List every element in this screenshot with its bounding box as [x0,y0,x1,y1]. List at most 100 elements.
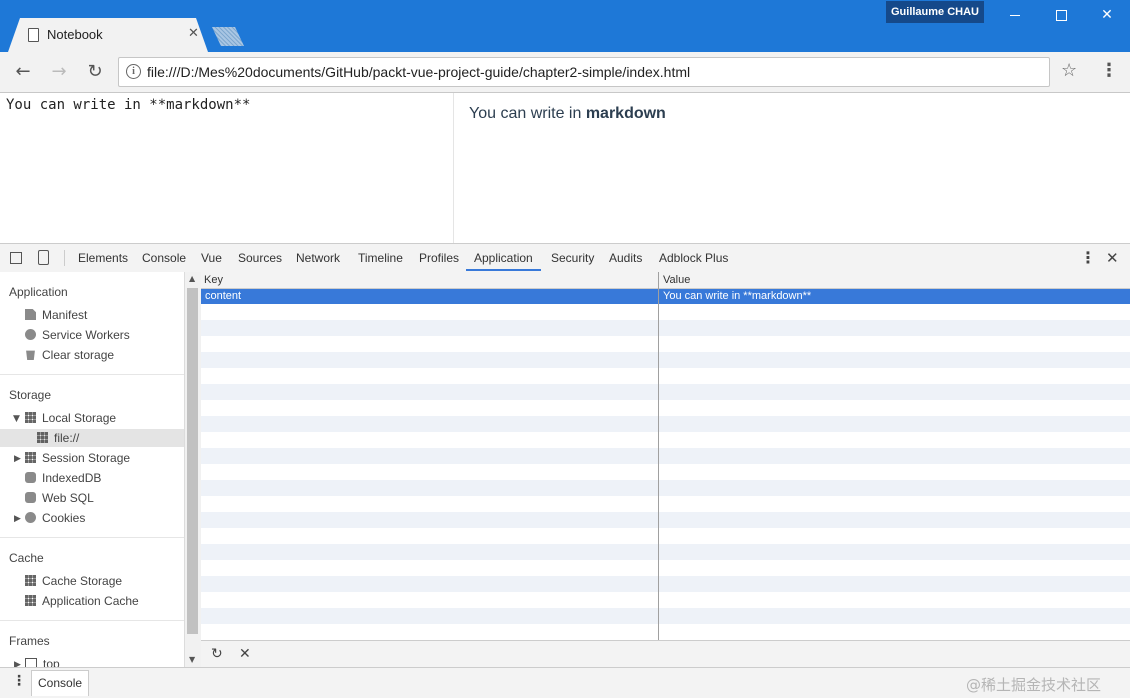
sidebar-item-label: Application Cache [42,594,139,608]
section-application: Application [9,285,68,299]
inspect-element-icon[interactable] [10,252,22,264]
application-sidebar: Application Manifest Service Workers Cle… [0,272,184,667]
tab-application[interactable]: Application [466,244,541,271]
markdown-preview: You can write in markdown [469,105,666,123]
selected-row-highlight [0,429,184,447]
scrollbar-thumb[interactable] [187,288,198,634]
tab-timeline[interactable]: Timeline [358,244,403,271]
manifest-icon [25,309,36,320]
database-icon [25,472,36,483]
reload-icon[interactable]: ↻ [84,61,106,83]
window-titlebar: Notebook ✕ Guillaume CHAU ✕ [0,0,1130,52]
browser-tab[interactable]: Notebook ✕ [8,18,208,52]
frame-icon [25,658,37,667]
forward-arrow-icon[interactable]: → [48,61,70,83]
scroll-down-arrow-icon[interactable]: ▼ [189,655,195,664]
column-header-value[interactable]: Value [658,272,1130,289]
sidebar-item-session-storage[interactable]: Session Storage [25,449,130,467]
tab-security[interactable]: Security [551,244,594,271]
column-divider[interactable] [658,272,659,640]
sidebar-item-label: Cache Storage [42,574,123,588]
section-divider [0,537,184,538]
drawer-menu-icon[interactable]: ⋮ [12,673,26,689]
sidebar-item-indexeddb[interactable]: IndexedDB [25,469,101,487]
sidebar-item-local-storage[interactable]: Local Storage [25,409,116,427]
sidebar-item-label: Web SQL [42,491,94,505]
page-icon [28,28,39,42]
table-grid-icon [25,452,36,463]
section-cache: Cache [9,551,44,565]
collapsed-arrow-icon[interactable]: ▶ [14,454,21,464]
expanded-arrow-icon[interactable]: ▼ [13,414,20,424]
sidebar-item-cache-storage[interactable]: Cache Storage [25,572,122,590]
url-text[interactable]: file:///D:/Mes%20documents/GitHub/packt-… [147,64,690,80]
watermark: @稀土掘金技术社区 [966,676,1102,694]
markdown-editor[interactable]: You can write in **markdown** [0,93,454,243]
column-header-key[interactable]: Key [201,272,660,289]
gear-icon [25,329,36,340]
devtools-drawer: ⋮ Console @稀土掘金技术社区 [0,667,1130,698]
drawer-tab-console[interactable]: Console [31,670,90,696]
sidebar-item-label: Service Workers [42,328,130,342]
sidebar-item-file-origin[interactable]: file:// [37,429,79,447]
tab-sources[interactable]: Sources [238,244,282,271]
row-key[interactable]: content [205,289,241,304]
section-divider [0,620,184,621]
sidebar-item-service-workers[interactable]: Service Workers [25,326,130,344]
new-tab-button[interactable] [212,27,244,46]
table-footer-toolbar: ↻ ✕ [201,640,1130,668]
sidebar-item-application-cache[interactable]: Application Cache [25,592,139,610]
tab-adblock-plus[interactable]: Adblock Plus [659,244,728,271]
sidebar-scrollbar[interactable]: ▲ ▼ [184,272,201,667]
sidebar-item-label: Cookies [42,511,86,525]
tab-close-icon[interactable]: ✕ [188,26,199,41]
collapsed-arrow-icon[interactable]: ▶ [14,660,21,667]
sidebar-item-web-sql[interactable]: Web SQL [25,489,94,507]
close-window-button[interactable]: ✕ [1084,0,1130,30]
table-row[interactable]: content You can write in **markdown** [201,289,1130,304]
minimize-button[interactable] [992,0,1038,30]
collapsed-arrow-icon[interactable]: ▶ [14,514,21,524]
sidebar-item-label: file:// [54,431,80,445]
browser-toolbar: ← → ↻ i file:///D:/Mes%20documents/GitHu… [0,52,1130,93]
toolbar-divider [64,250,65,266]
tab-elements[interactable]: Elements [78,244,128,271]
database-icon [25,492,36,503]
table-grid-icon [25,595,36,606]
tab-profiles[interactable]: Profiles [419,244,459,271]
sidebar-item-frame-top[interactable]: top [25,655,60,667]
maximize-icon [1055,9,1067,21]
tab-vue[interactable]: Vue [201,244,222,271]
bookmark-star-icon[interactable]: ☆ [1061,60,1077,81]
address-bar[interactable]: i file:///D:/Mes%20documents/GitHub/pack… [118,57,1050,87]
sidebar-item-label: top [43,657,60,667]
device-toolbar-icon[interactable] [38,250,49,265]
sidebar-item-manifest[interactable]: Manifest [25,306,87,324]
row-value[interactable]: You can write in **markdown** [663,289,811,304]
tab-audits[interactable]: Audits [609,244,642,271]
info-icon[interactable]: i [126,64,141,79]
table-grid-icon [37,432,48,443]
sidebar-item-label: Clear storage [42,348,115,362]
refresh-icon[interactable]: ↻ [211,646,223,662]
section-divider [0,374,184,375]
sidebar-item-label: IndexedDB [42,471,102,485]
back-arrow-icon[interactable]: ← [12,61,34,83]
devtools-menu-icon[interactable]: ⋮ [1080,248,1096,267]
sidebar-item-clear-storage[interactable]: Clear storage [25,346,114,364]
browser-menu-icon[interactable]: ⋮ [1100,60,1118,81]
sidebar-item-label: Local Storage [42,411,117,425]
tab-console[interactable]: Console [142,244,186,271]
profile-badge[interactable]: Guillaume CHAU [886,1,984,23]
scroll-up-arrow-icon[interactable]: ▲ [189,274,195,283]
sidebar-item-cookies[interactable]: Cookies [25,509,85,527]
devtools-tabbar: Elements Console Vue Sources Network Tim… [0,244,1130,273]
maximize-button[interactable] [1038,0,1084,30]
section-storage: Storage [9,388,52,402]
editor-text[interactable]: You can write in **markdown** [6,97,250,113]
empty-table-rows[interactable] [201,304,1130,640]
delete-item-icon[interactable]: ✕ [239,646,251,662]
cookie-icon [25,512,36,523]
tab-network[interactable]: Network [296,244,340,271]
devtools-close-icon[interactable]: ✕ [1106,249,1119,267]
